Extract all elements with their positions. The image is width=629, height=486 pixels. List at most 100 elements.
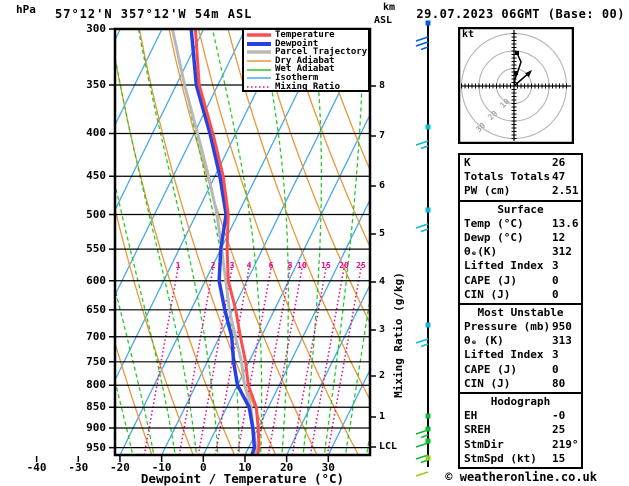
mixing-ratio-value-label: 6: [268, 261, 274, 270]
legend-line-sample: [247, 33, 271, 38]
indices-row-value: 0: [552, 362, 559, 376]
hodograph-unit-label: kt: [462, 29, 475, 40]
indices-box: Most Unstable Pressure (mb) 950 θₑ (K) 313 Li…: [458, 302, 583, 394]
indices-row-label: Totals Totals: [464, 170, 551, 184]
indices-row: EH -0: [460, 409, 581, 423]
indices-row-value: 12: [552, 230, 566, 244]
indices-row-label: CAPE (J): [464, 362, 517, 376]
legend-line-sample: [247, 50, 271, 55]
wet-adiabat-line: [0, 29, 10, 466]
indices-row-label: CIN (J): [464, 287, 511, 301]
indices-row-value: 219°: [552, 437, 579, 451]
indices-row-label: Pressure (mb): [464, 320, 551, 334]
pressure-tick-label: 350: [86, 77, 106, 91]
indices-box-header: Surface: [497, 202, 544, 216]
pressure-tick-label: 850: [86, 400, 106, 414]
indices-box-header: Hodograph: [490, 395, 551, 408]
pressure-tick-label: 800: [86, 378, 106, 392]
indices-row-value: 25: [552, 423, 566, 437]
mixing-ratio-value-label: 20: [339, 261, 349, 270]
isotherm-line: [0, 29, 37, 455]
indices-row: θₑ (K) 313: [460, 334, 581, 348]
indices-row-value: 13.6: [552, 216, 579, 230]
km-tick-label: 1: [379, 411, 386, 422]
temperature-tick-label: 10: [238, 461, 252, 474]
indices-row-label: Lifted Index: [464, 259, 544, 273]
indices-box: Hodograph EH -0 SREH 25 StmDir 219° StmSpd (kt)…: [458, 392, 583, 469]
mixing-ratio-value-label: 1: [175, 261, 181, 270]
indices-row: Temp (°C) 13.6: [460, 217, 581, 231]
pressure-tick-label: 550: [86, 242, 106, 256]
indices-row-label: CIN (J): [464, 376, 511, 390]
legend-item: Mixing Ratio: [244, 82, 368, 92]
pressure-axis-unit: hPa: [16, 3, 36, 16]
temperature-tick-label: 20: [280, 461, 294, 474]
indices-row-label: Dewp (°C): [464, 230, 524, 244]
indices-row-value: 312: [552, 245, 572, 259]
dry-adiabat-line: [138, 29, 277, 455]
legend-line-sample: [247, 41, 271, 46]
temperature-tick-label: 0: [199, 461, 207, 474]
isotherm-line: [0, 29, 79, 455]
mixing-ratio-value-label: 15: [321, 261, 331, 270]
indices-panel: K 26 Totals Totals 47 PW (cm) 2.51 Surface Temp…: [458, 153, 583, 469]
temperature-tick-label: -30: [68, 461, 89, 474]
indices-row-value: 313: [552, 334, 572, 348]
temperature-tick-label: -40: [26, 461, 47, 474]
wet-adiabat-line: [0, 29, 52, 466]
mixing-ratio-value-label: 10: [297, 261, 307, 270]
wet-adiabat-line: [0, 29, 31, 466]
indices-row-value: 950: [552, 320, 572, 334]
station-title: 57°12'N 357°12'W 54m ASL: [55, 7, 253, 21]
isotherm-line: [115, 29, 246, 297]
indices-row-value: 3: [552, 348, 559, 362]
pressure-tick-label: 750: [86, 354, 106, 368]
temperature-tick-label: -10: [151, 461, 172, 474]
legend-line-sample: [247, 60, 271, 62]
indices-row: K 26: [460, 156, 581, 170]
pressure-tick-label: 900: [86, 421, 106, 435]
km-tick-label: 7: [379, 130, 386, 141]
mixing-ratio-line: [143, 261, 180, 455]
skewt-sounding-app: hPa 57°12'N 357°12'W 54m ASL 29.07.2023 …: [0, 0, 629, 486]
hodograph-trace-dot: [514, 71, 518, 75]
km-tick-label: 3: [379, 324, 386, 335]
indices-row-value: 26: [552, 156, 566, 169]
indices-row: StmDir 219°: [460, 438, 581, 452]
indices-row-value: 0: [552, 273, 559, 287]
mixing-ratio-value-label: 2: [210, 261, 216, 270]
indices-row: θₑ(K) 312: [460, 245, 581, 259]
indices-row-label: SREH: [464, 423, 491, 437]
wet-adiabat-line: [323, 29, 364, 455]
km-axis-unit: km: [383, 2, 396, 13]
indices-row: PW (cm) 2.51: [460, 184, 581, 198]
indices-box-header: Most Unstable: [477, 305, 564, 319]
km-tick-label: 4: [379, 276, 386, 287]
pressure-tick-label: 650: [86, 302, 106, 316]
pressure-tick-label: 950: [86, 440, 106, 454]
indices-row-value: 0: [552, 287, 559, 301]
temperature-tick-label: -20: [110, 461, 130, 474]
pressure-tick-label: 300: [86, 22, 106, 35]
indices-row: StmSpd (kt) 15: [460, 452, 581, 466]
pressure-tick-label: 600: [86, 273, 106, 287]
hodograph-trace-dot: [515, 51, 519, 55]
temperature-tick-label: 30: [321, 461, 335, 474]
wet-adiabat-line: [259, 29, 290, 455]
legend-line-sample: [247, 86, 271, 88]
wet-adiabat-line: [137, 29, 219, 455]
indices-row: CAPE (J) 0: [460, 274, 581, 288]
km-tick-label: 2: [379, 370, 386, 381]
indices-row: Lifted Index 3: [460, 259, 581, 273]
indices-row-value: 3: [552, 259, 559, 273]
pressure-tick-label: 700: [86, 329, 106, 343]
indices-row-label: θₑ (K): [464, 334, 504, 348]
wet-adiabat-line: [0, 29, 73, 466]
isotherm-line: [115, 29, 288, 382]
indices-row-label: PW (cm): [464, 184, 511, 198]
pressure-tick-label: 450: [86, 169, 106, 183]
indices-row-value: 47: [552, 170, 566, 184]
mixing-ratio-line: [291, 261, 328, 455]
indices-row-label: K: [464, 156, 471, 169]
legend-line-sample: [247, 77, 271, 80]
